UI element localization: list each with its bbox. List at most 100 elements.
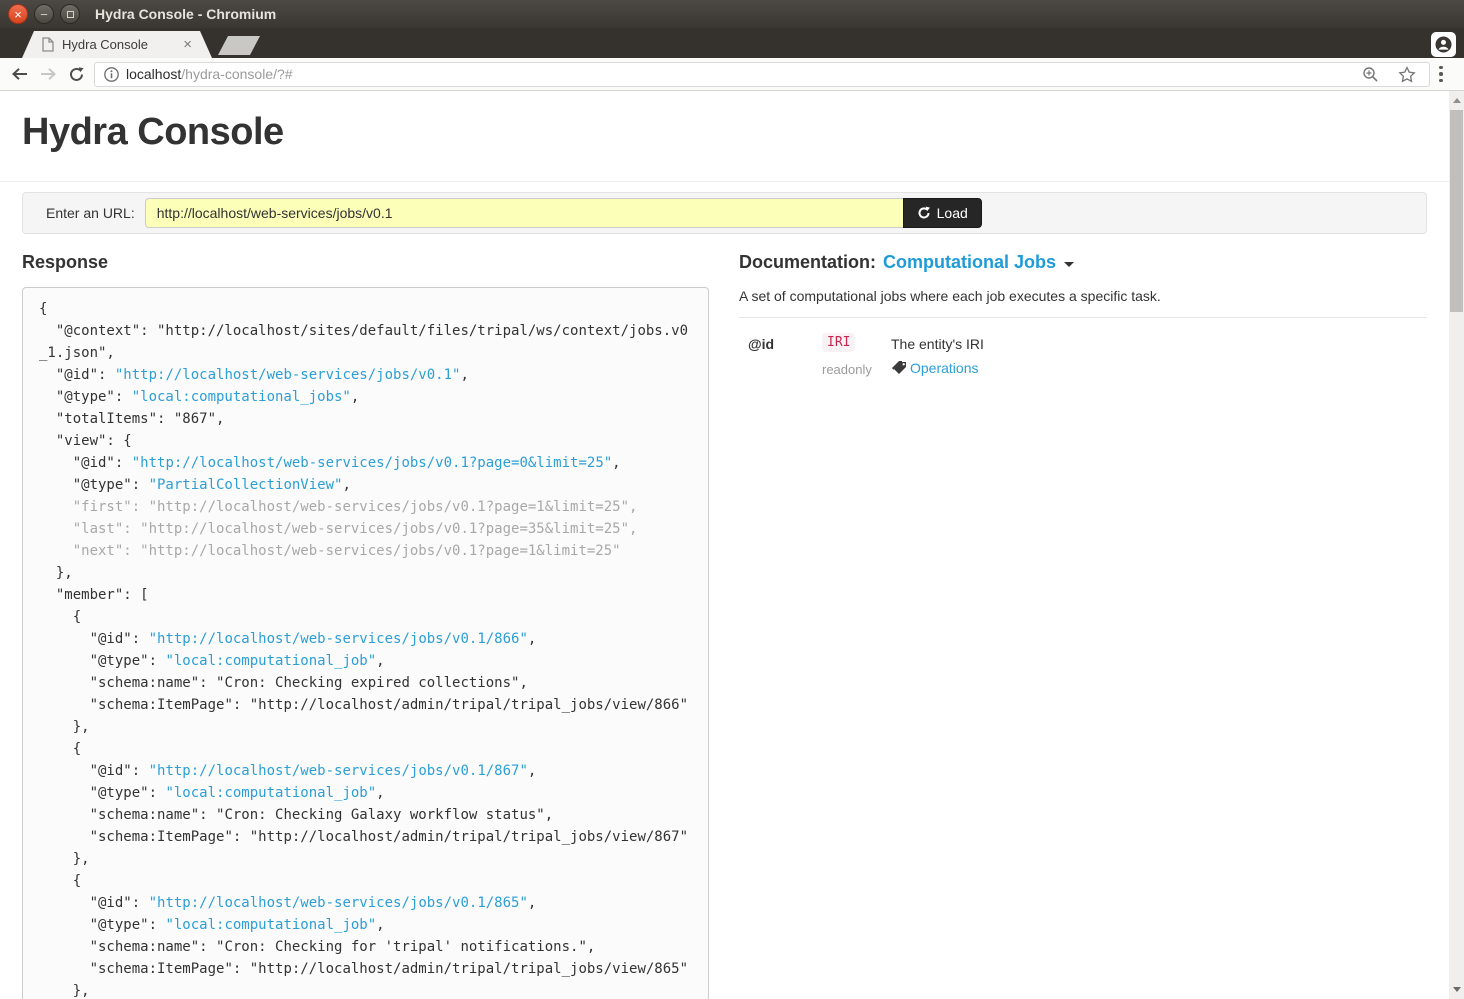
json-link[interactable]: "local:computational_job" [165,653,376,669]
json-text: "schema:name": "Cron: Checking expired c… [39,675,528,691]
property-row: @id IRI readonly The entity's IRI Operat… [739,318,1427,377]
maximize-icon[interactable] [60,4,80,24]
scroll-down-arrow[interactable] [1449,982,1464,997]
load-button[interactable]: Load [903,198,982,228]
tags-icon [891,360,907,376]
json-text: "schema:name": "Cron: Checking Galaxy wo… [39,807,553,823]
json-text: , [528,763,536,779]
json-text: , [342,477,350,493]
json-text: "@type": [39,477,149,493]
url-label: Enter an URL: [46,205,135,221]
page-title: Hydra Console [22,111,1427,154]
response-json: { "@context": "http://localhost/sites/de… [22,287,709,999]
json-text: "@type": [39,389,132,405]
json-text: , [460,367,468,383]
json-text: "member": [ [39,587,149,603]
scrollbar-thumb[interactable] [1450,110,1463,312]
json-text: "first": "http://localhost/web-services/… [39,499,637,515]
json-text: "@type": [39,917,165,933]
json-text: { [39,741,81,757]
json-link[interactable]: "http://localhost/web-services/jobs/v0.1… [149,895,528,911]
chevron-down-icon [1064,262,1074,267]
scrollbar[interactable] [1449,91,1464,999]
json-text: "@id": [39,455,132,471]
scroll-up-arrow[interactable] [1449,93,1464,108]
json-link[interactable]: "http://localhost/web-services/jobs/v0.1… [115,367,461,383]
json-text: "@id": [39,367,115,383]
info-icon [104,67,119,82]
json-text: "@id": [39,895,149,911]
json-text: "view": { [39,433,132,449]
forward-arrow-icon [39,66,57,82]
url-host: localhost [126,66,181,82]
property-description: The entity's IRI [891,333,1427,352]
json-text: "schema:name": "Cron: Checking for 'trip… [39,939,595,955]
property-name: @id [748,333,822,377]
json-text: "next": "http://localhost/web-services/j… [39,543,621,559]
json-text: "@context": "http://localhost/sites/defa… [39,323,688,361]
address-bar[interactable]: localhost/hydra-console/?# [94,62,1430,87]
tab-close-icon[interactable]: × [183,37,192,52]
new-tab-button[interactable] [218,36,260,55]
json-text: , [612,455,620,471]
json-link[interactable]: "local:computational_job" [165,785,376,801]
json-link[interactable]: "http://localhost/web-services/jobs/v0.1… [149,763,528,779]
json-text: { [39,301,47,317]
window-title: Hydra Console - Chromium [95,6,276,22]
reload-button[interactable] [62,66,90,83]
window-titlebar: × − Hydra Console - Chromium [0,0,1464,28]
profile-avatar-button[interactable] [1431,32,1456,57]
json-text: "@id": [39,631,149,647]
forward-button[interactable] [34,66,62,82]
tab-title: Hydra Console [62,37,183,52]
json-text: "@id": [39,763,149,779]
doc-class-dropdown[interactable]: Computational Jobs [883,252,1056,273]
json-text: }, [39,719,90,735]
page-icon [42,37,54,52]
menu-icon[interactable] [1439,66,1443,83]
json-text: , [376,785,384,801]
json-text: , [376,653,384,669]
tab-strip: Hydra Console × [0,28,1464,58]
json-link[interactable]: "http://localhost/web-services/jobs/v0.1… [149,631,528,647]
browser-toolbar: localhost/hydra-console/?# [0,58,1464,91]
json-text: { [39,873,81,889]
json-link[interactable]: "local:computational_jobs" [132,389,351,405]
profile-avatar-icon [1435,36,1452,53]
url-path: /hydra-console/?# [181,66,292,82]
documentation-label: Documentation: [739,252,876,273]
json-link[interactable]: "PartialCollectionView" [149,477,343,493]
property-readonly-flag: readonly [822,362,891,377]
close-icon[interactable]: × [8,4,28,24]
json-text: "schema:ItemPage": "http://localhost/adm… [39,961,688,977]
url-form: Enter an URL: Load [22,192,1427,234]
page-content: Hydra Console Enter an URL: Load Respons… [0,92,1449,999]
json-text: { [39,609,81,625]
star-icon[interactable] [1398,66,1416,83]
response-heading: Response [22,252,709,273]
refresh-icon [917,206,931,220]
json-link[interactable]: "http://localhost/web-services/jobs/v0.1… [132,455,612,471]
load-button-label: Load [937,205,968,221]
operations-link[interactable]: Operations [910,360,978,376]
documentation-heading: Documentation: Computational Jobs [739,252,1427,273]
zoom-icon[interactable] [1362,66,1379,83]
documentation-panel: Documentation: Computational Jobs A set … [739,252,1427,999]
tab-hydra-console[interactable]: Hydra Console × [22,31,212,58]
json-text: "@type": [39,653,165,669]
json-text: , [351,389,359,405]
json-text: }, [39,851,90,867]
json-link[interactable]: "local:computational_job" [165,917,376,933]
url-input[interactable] [145,198,903,228]
divider [0,181,1449,182]
reload-icon [68,66,85,83]
back-button[interactable] [6,66,34,82]
json-text: , [528,631,536,647]
screen: { "window": { "title": "Hydra Console - … [0,0,1464,999]
json-text: , [528,895,536,911]
minimize-icon[interactable]: − [34,4,54,24]
json-text: }, [39,565,73,581]
json-text: , [376,917,384,933]
json-text: }, [39,983,90,999]
json-text: "totalItems": "867", [39,411,224,427]
